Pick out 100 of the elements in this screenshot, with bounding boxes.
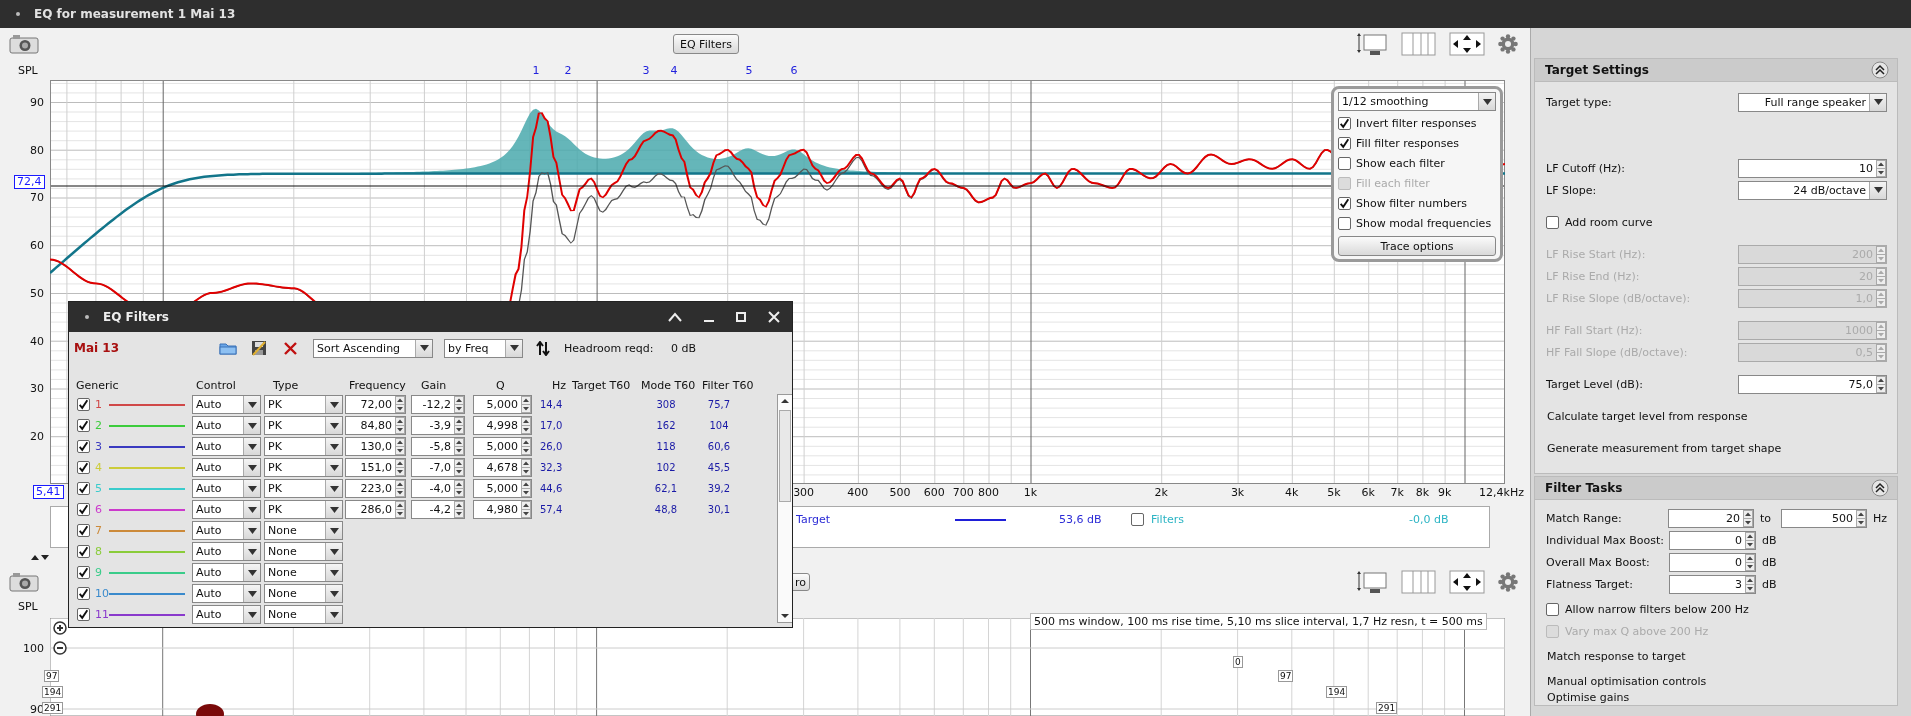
q-field[interactable]: 4,998	[473, 416, 532, 435]
window-menu-icon[interactable]	[85, 315, 89, 319]
spin-arrows-icon[interactable]	[521, 480, 531, 497]
action-link[interactable]: Generate measurement from target shape	[1546, 441, 1782, 455]
checkbox[interactable]	[77, 461, 90, 474]
gain-field[interactable]: -5,8	[411, 437, 465, 456]
number-field[interactable]: 500	[1780, 508, 1867, 528]
frequency-field[interactable]: 72,00	[345, 395, 406, 414]
checkbox[interactable]	[1546, 602, 1559, 616]
spin-arrows-icon[interactable]	[1745, 531, 1755, 549]
spin-arrows-icon[interactable]	[395, 417, 405, 434]
gain-field[interactable]: -3,9	[411, 416, 465, 435]
spin-arrows-icon[interactable]	[454, 459, 464, 476]
spin-arrows-icon[interactable]	[1876, 375, 1886, 393]
checkbox[interactable]	[77, 440, 90, 453]
checkbox[interactable]	[77, 587, 90, 600]
gain-field[interactable]: -7,0	[411, 458, 465, 477]
caret-icon[interactable]	[325, 417, 342, 434]
caret-icon[interactable]	[325, 606, 342, 623]
checkbox[interactable]	[77, 524, 90, 537]
checkbox[interactable]	[1338, 116, 1351, 130]
spin-arrows-icon[interactable]	[454, 501, 464, 518]
dropdown[interactable]: Full range speaker	[1738, 92, 1887, 112]
settings-icon[interactable]	[1498, 572, 1518, 592]
caret-icon[interactable]	[505, 339, 522, 357]
frequency-field[interactable]: 130,0	[345, 437, 406, 456]
q-field[interactable]: 4,980	[473, 500, 532, 519]
gain-field[interactable]: -12,2	[411, 395, 465, 414]
checkbox[interactable]	[77, 482, 90, 495]
caret-icon[interactable]	[415, 339, 432, 357]
action-link[interactable]: Optimise gains	[1546, 690, 1630, 704]
smoothing-dropdown[interactable]: 1/12 smoothing	[1338, 92, 1496, 111]
window-menu-icon[interactable]	[16, 12, 20, 16]
spin-arrows-icon[interactable]	[454, 438, 464, 455]
spin-arrows-icon[interactable]	[1745, 553, 1755, 571]
caret-icon[interactable]	[325, 396, 342, 413]
caret-icon[interactable]	[243, 501, 260, 518]
collapse-icon[interactable]	[1871, 61, 1889, 79]
delete-icon[interactable]	[284, 341, 297, 355]
spin-arrows-icon[interactable]	[454, 417, 464, 434]
caret-icon[interactable]	[325, 522, 342, 539]
control-dropdown[interactable]: Auto	[192, 395, 261, 414]
caret-icon[interactable]	[325, 564, 342, 581]
checkbox[interactable]	[1338, 136, 1351, 150]
spin-arrows-icon[interactable]	[521, 417, 531, 434]
action-link[interactable]: Manual optimisation controls	[1546, 674, 1707, 688]
control-dropdown[interactable]: Auto	[192, 500, 261, 519]
number-field[interactable]: 0	[1669, 552, 1756, 572]
control-dropdown[interactable]: Auto	[192, 542, 261, 561]
number-field[interactable]: 75,0	[1738, 374, 1887, 394]
number-field[interactable]: 20	[1667, 508, 1754, 528]
checkbox[interactable]	[1338, 196, 1351, 210]
gain-field[interactable]: -4,0	[411, 479, 465, 498]
control-dropdown[interactable]: Auto	[192, 479, 261, 498]
resize-icon[interactable]	[1354, 570, 1388, 594]
close-icon[interactable]	[768, 311, 780, 323]
maximize-icon[interactable]	[736, 312, 746, 322]
camera-icon[interactable]	[9, 572, 39, 592]
spin-arrows-icon[interactable]	[395, 480, 405, 497]
frequency-field[interactable]: 151,0	[345, 458, 406, 477]
spin-arrows-icon[interactable]	[1876, 159, 1886, 177]
move-icon[interactable]	[1449, 570, 1485, 594]
camera-icon[interactable]	[9, 34, 39, 54]
type-dropdown[interactable]: None	[264, 521, 343, 540]
save-icon[interactable]	[251, 340, 267, 356]
number-field[interactable]: 0	[1669, 530, 1756, 550]
sort-icon[interactable]	[536, 340, 550, 356]
type-dropdown[interactable]: PK	[264, 416, 343, 435]
spin-arrows-icon[interactable]	[395, 396, 405, 413]
trace-options-button[interactable]: Trace options	[1338, 236, 1496, 256]
caret-icon[interactable]	[243, 417, 260, 434]
frequency-field[interactable]: 84,80	[345, 416, 406, 435]
spin-arrows-icon[interactable]	[1745, 575, 1755, 593]
move-icon[interactable]	[1449, 32, 1485, 56]
type-dropdown[interactable]: PK	[264, 437, 343, 456]
caret-icon[interactable]	[325, 543, 342, 560]
caret-icon[interactable]	[243, 564, 260, 581]
action-link[interactable]: Calculate target level from response	[1546, 409, 1748, 423]
spin-arrows-icon[interactable]	[395, 501, 405, 518]
control-dropdown[interactable]: Auto	[192, 563, 261, 582]
checkbox[interactable]	[77, 503, 90, 516]
spin-arrows-icon[interactable]	[1743, 509, 1753, 527]
spin-arrows-icon[interactable]	[454, 396, 464, 413]
control-dropdown[interactable]: Auto	[192, 437, 261, 456]
control-dropdown[interactable]: Auto	[192, 416, 261, 435]
sort-order-dropdown[interactable]: Sort Ascending	[313, 338, 433, 358]
section-header[interactable]: Target Settings	[1534, 58, 1898, 82]
spin-arrows-icon[interactable]	[395, 459, 405, 476]
resize-icon[interactable]	[1354, 32, 1388, 56]
spin-arrows-icon[interactable]	[521, 396, 531, 413]
folder-icon[interactable]	[219, 341, 237, 355]
caret-icon[interactable]	[243, 522, 260, 539]
caret-icon[interactable]	[243, 438, 260, 455]
spin-arrows-icon[interactable]	[395, 438, 405, 455]
control-dropdown[interactable]: Auto	[192, 521, 261, 540]
control-dropdown[interactable]: Auto	[192, 458, 261, 477]
caret-icon[interactable]	[243, 459, 260, 476]
spin-arrows-icon[interactable]	[521, 459, 531, 476]
type-dropdown[interactable]: PK	[264, 479, 343, 498]
control-dropdown[interactable]: Auto	[192, 605, 261, 624]
